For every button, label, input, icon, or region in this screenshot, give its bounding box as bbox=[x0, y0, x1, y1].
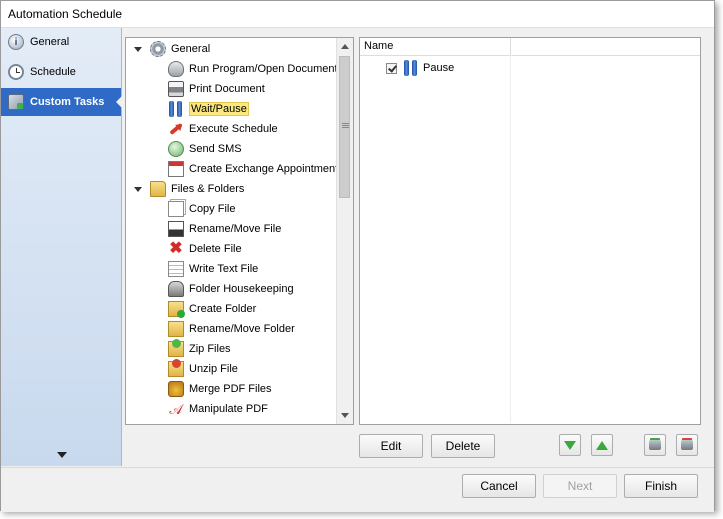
tree-item-execute-schedule[interactable]: Execute Schedule bbox=[168, 119, 278, 139]
create-folder-icon bbox=[168, 301, 185, 318]
delete-icon: ✖ bbox=[169, 240, 183, 257]
tree-group-files-folders[interactable]: Files & Folders bbox=[134, 179, 244, 199]
run-program-icon bbox=[168, 61, 184, 77]
tree-item-print-document[interactable]: Print Document bbox=[168, 79, 265, 99]
tree-item-create-exchange-appointment[interactable]: Create Exchange Appointment bbox=[168, 159, 338, 179]
title-bar: Automation Schedule bbox=[1, 1, 714, 28]
tree-item-folder-housekeeping[interactable]: Folder Housekeeping bbox=[168, 279, 294, 299]
task-checkbox[interactable] bbox=[386, 62, 397, 74]
import-button[interactable] bbox=[644, 434, 666, 456]
edit-button[interactable]: Edit bbox=[359, 434, 423, 458]
sidebar-item-schedule[interactable]: Schedule bbox=[1, 58, 121, 86]
tree-group-label: General bbox=[171, 43, 211, 55]
automation-schedule-window: Automation Schedule i General Schedule C… bbox=[0, 0, 715, 512]
merge-pdf-icon bbox=[168, 381, 184, 397]
window-title: Automation Schedule bbox=[8, 7, 123, 21]
tree-item-run-program[interactable]: Run Program/Open Document bbox=[168, 59, 338, 79]
sidebar-item-label: General bbox=[30, 36, 70, 48]
next-button[interactable]: Next bbox=[543, 474, 617, 498]
folder-icon bbox=[150, 181, 166, 197]
sidebar-item-custom-tasks[interactable]: Custom Tasks bbox=[1, 88, 122, 116]
cancel-button[interactable]: Cancel bbox=[462, 474, 536, 498]
arrow-down-icon bbox=[564, 440, 576, 450]
tree-item-zip-files[interactable]: Zip Files bbox=[168, 339, 231, 359]
pause-icon bbox=[403, 60, 419, 76]
printer-icon bbox=[168, 81, 184, 97]
tree-group-general[interactable]: General bbox=[134, 39, 210, 59]
copy-file-icon bbox=[168, 201, 184, 217]
rename-folder-icon bbox=[168, 321, 184, 337]
tree-item-copy-file[interactable]: Copy File bbox=[168, 199, 235, 219]
task-tree: General Run Program/Open Document Print … bbox=[125, 37, 354, 425]
unzip-icon bbox=[168, 359, 184, 377]
collapse-triangle-icon[interactable] bbox=[134, 46, 142, 52]
execute-schedule-icon bbox=[168, 121, 185, 137]
import-icon bbox=[649, 440, 661, 450]
delete-button[interactable]: Delete bbox=[431, 434, 495, 458]
tree-item-unzip-file[interactable]: Unzip File bbox=[168, 359, 238, 379]
scroll-thumb[interactable] bbox=[339, 56, 350, 198]
tree-item-send-sms[interactable]: Send SMS bbox=[168, 139, 242, 159]
tree-scrollbar[interactable] bbox=[336, 38, 353, 424]
info-icon: i bbox=[8, 34, 24, 50]
tree-item-rename-move-file[interactable]: Rename/Move File bbox=[168, 219, 281, 239]
task-label: Pause bbox=[423, 62, 455, 74]
active-indicator bbox=[116, 96, 122, 108]
grid-header: Name bbox=[360, 38, 700, 56]
collapse-triangle-icon[interactable] bbox=[134, 186, 142, 192]
scroll-down-icon[interactable] bbox=[341, 413, 349, 418]
sidebar-item-label: Schedule bbox=[30, 66, 76, 78]
tree-item-write-text-file[interactable]: Write Text File bbox=[168, 259, 258, 279]
scroll-up-icon[interactable] bbox=[341, 44, 349, 49]
rename-file-icon bbox=[168, 221, 184, 237]
export-icon bbox=[681, 440, 693, 450]
footer: Cancel Next Finish bbox=[1, 467, 714, 512]
tree-item-rename-move-folder[interactable]: Rename/Move Folder bbox=[168, 319, 295, 339]
calendar-icon bbox=[168, 161, 184, 177]
sms-icon bbox=[168, 141, 184, 157]
tree-item-wait-pause[interactable]: Wait/Pause bbox=[168, 99, 249, 119]
zip-icon bbox=[168, 339, 184, 357]
tree-item-create-folder[interactable]: Create Folder bbox=[168, 299, 256, 319]
pdf-icon: 𝒜 bbox=[169, 401, 183, 417]
pause-icon bbox=[168, 101, 184, 117]
gear-icon bbox=[150, 41, 166, 57]
write-text-icon bbox=[168, 261, 184, 277]
column-header-name[interactable]: Name bbox=[364, 40, 393, 52]
clock-icon bbox=[8, 64, 24, 80]
export-button[interactable] bbox=[676, 434, 698, 456]
grid-row[interactable]: Pause bbox=[386, 60, 454, 76]
scroll-down-icon[interactable] bbox=[57, 452, 67, 458]
sidebar: i General Schedule Custom Tasks bbox=[1, 28, 122, 466]
sidebar-item-label: Custom Tasks bbox=[30, 96, 105, 108]
move-up-button[interactable] bbox=[591, 434, 613, 456]
tree-item-manipulate-pdf[interactable]: 𝒜 Manipulate PDF bbox=[168, 399, 268, 419]
tree-group-label: Files & Folders bbox=[171, 183, 245, 195]
move-down-button[interactable] bbox=[559, 434, 581, 456]
finish-button[interactable]: Finish bbox=[624, 474, 698, 498]
housekeeping-icon bbox=[168, 281, 184, 297]
tasks-icon bbox=[8, 94, 24, 110]
tree-item-delete-file[interactable]: ✖ Delete File bbox=[168, 239, 241, 259]
selected-tasks-grid: Name Pause bbox=[359, 37, 701, 425]
arrow-up-icon bbox=[596, 440, 608, 450]
sidebar-item-general[interactable]: i General bbox=[1, 28, 121, 56]
tree-item-merge-pdf-files[interactable]: Merge PDF Files bbox=[168, 379, 272, 399]
